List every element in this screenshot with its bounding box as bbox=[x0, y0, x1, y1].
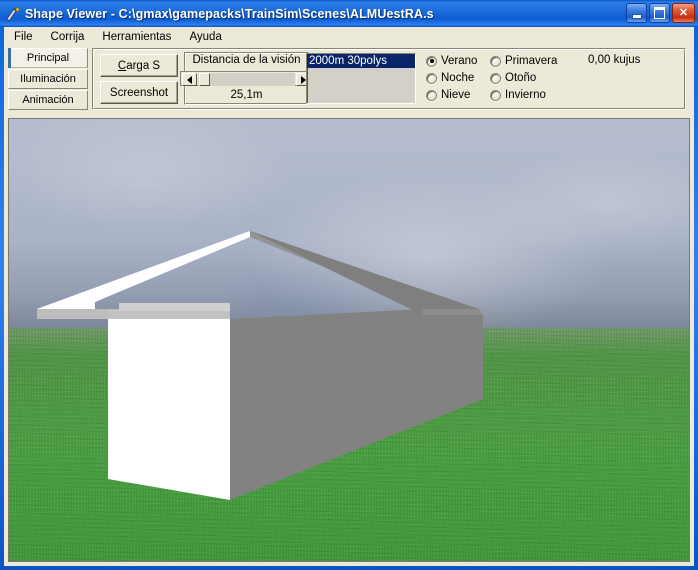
radio-dot-icon bbox=[490, 55, 501, 67]
radio-invierno[interactable]: Invierno bbox=[490, 89, 546, 101]
load-shape-button[interactable]: Carga S bbox=[100, 54, 178, 77]
lod-listbox[interactable]: 2000m 30polys bbox=[306, 53, 416, 104]
radio-nieve-label: Nieve bbox=[441, 89, 471, 101]
window-controls: ✕ bbox=[626, 3, 695, 23]
load-shape-label-rest: arga S bbox=[126, 59, 161, 72]
screenshot-button[interactable]: Screenshot bbox=[100, 81, 178, 104]
lod-list-item[interactable]: 2000m 30polys bbox=[307, 54, 415, 68]
roof-hip-corner bbox=[423, 309, 483, 315]
tab-principal[interactable]: Principal bbox=[8, 48, 88, 68]
bottom-strip bbox=[4, 563, 694, 566]
view-tabs: Principal Iluminación Animación bbox=[8, 48, 88, 111]
roof-eave-highlight bbox=[119, 303, 230, 311]
view-distance-track[interactable] bbox=[198, 73, 295, 86]
wall-gable-lit bbox=[108, 319, 230, 500]
radio-primavera[interactable]: Primavera bbox=[490, 55, 557, 67]
view-distance-decrease-button[interactable] bbox=[182, 73, 197, 86]
view-distance-slider[interactable] bbox=[180, 71, 313, 86]
maximize-icon bbox=[650, 4, 669, 22]
radio-invierno-label: Invierno bbox=[505, 89, 546, 101]
menu-item-file[interactable]: File bbox=[6, 29, 41, 45]
shape-model bbox=[37, 231, 483, 500]
radio-otono[interactable]: Otoño bbox=[490, 72, 536, 84]
wall-side-shaded bbox=[230, 309, 483, 500]
minimize-button[interactable] bbox=[626, 3, 647, 23]
tab-selection-marker bbox=[8, 48, 11, 68]
load-shape-label: Carga S bbox=[118, 60, 160, 72]
render-viewport-frame[interactable] bbox=[8, 118, 690, 562]
radio-verano[interactable]: Verano bbox=[426, 55, 477, 67]
render-viewport[interactable] bbox=[9, 119, 689, 561]
radio-verano-label: Verano bbox=[441, 55, 478, 67]
load-shape-accel: C bbox=[117, 59, 127, 72]
radio-primavera-label: Primavera bbox=[505, 55, 558, 67]
close-button[interactable]: ✕ bbox=[672, 3, 695, 23]
radio-dot-icon bbox=[490, 89, 501, 101]
minimize-icon bbox=[627, 4, 646, 22]
radio-otono-label: Otoño bbox=[505, 72, 537, 84]
radio-dot-icon bbox=[490, 72, 501, 84]
radio-dot-icon bbox=[426, 72, 437, 84]
window-title: Shape Viewer - C:\gmax\gamepacks\TrainSi… bbox=[25, 6, 434, 21]
shape-viewer-icon bbox=[5, 6, 21, 22]
view-distance-value: 25,1m bbox=[230, 89, 263, 101]
menu-item-ayuda[interactable]: Ayuda bbox=[181, 29, 229, 45]
maximize-button[interactable] bbox=[649, 3, 670, 23]
view-distance-thumb[interactable] bbox=[199, 73, 210, 86]
menu-bar: File Corrija Herramientas Ayuda bbox=[4, 27, 694, 48]
view-distance-label: Distancia de la visión bbox=[192, 54, 301, 66]
season-radio-group: Verano Noche Nieve Primavera Otoño Invie… bbox=[422, 51, 582, 105]
kujus-field: 0,00 kujus bbox=[588, 53, 641, 66]
tab-animacion[interactable]: Animación bbox=[8, 90, 88, 110]
radio-dot-icon bbox=[426, 55, 437, 67]
radio-dot-icon bbox=[426, 89, 437, 101]
close-icon: ✕ bbox=[678, 6, 689, 19]
left-arrow-icon bbox=[187, 75, 192, 84]
tab-iluminacion[interactable]: Iluminación bbox=[8, 69, 88, 89]
radio-nieve[interactable]: Nieve bbox=[426, 89, 470, 101]
menu-item-herramientas[interactable]: Herramientas bbox=[94, 29, 179, 45]
client-area: File Corrija Herramientas Ayuda Principa… bbox=[4, 27, 694, 566]
menu-item-corrija[interactable]: Corrija bbox=[43, 29, 93, 45]
radio-noche[interactable]: Noche bbox=[426, 72, 474, 84]
application-window: Shape Viewer - C:\gmax\gamepacks\TrainSi… bbox=[0, 0, 698, 570]
roof-overhang-left bbox=[37, 309, 108, 319]
tool-panel: Principal Iluminación Animación Carga S … bbox=[4, 47, 694, 115]
title-bar[interactable]: Shape Viewer - C:\gmax\gamepacks\TrainSi… bbox=[0, 0, 698, 27]
radio-noche-label: Noche bbox=[441, 72, 475, 84]
